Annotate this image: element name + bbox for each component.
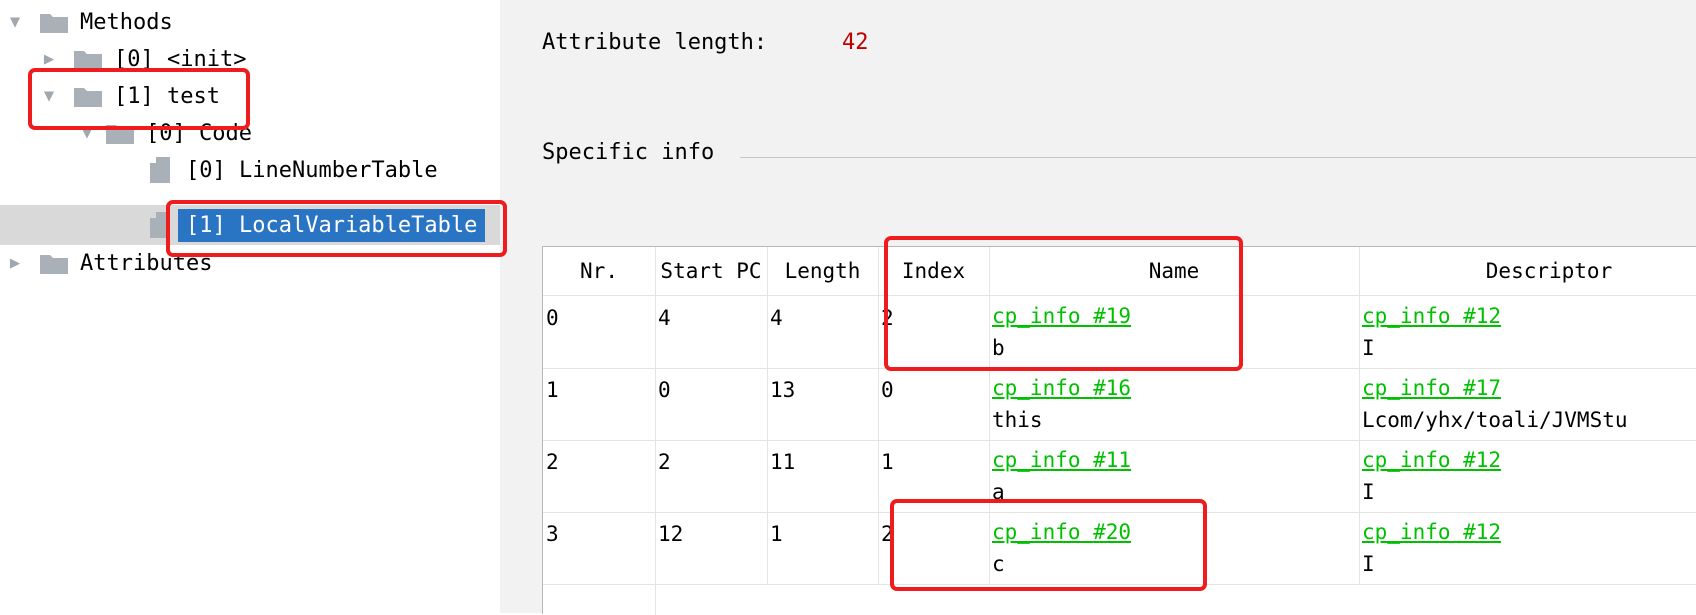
expanded-arrow-icon[interactable]: ▼ — [76, 123, 98, 143]
collapsed-arrow-icon[interactable]: ▶ — [38, 49, 60, 69]
descriptor-value: I — [1362, 552, 1375, 576]
table-row[interactable]: 1 0 13 0 cp_info #16 this cp_info #17 Lc… — [543, 368, 1696, 441]
column-header-descriptor[interactable]: Descriptor — [1359, 247, 1696, 295]
tree-node-label-selected: [1] LocalVariableTable — [178, 208, 486, 242]
tree-node-methods[interactable]: ▼ Methods — [4, 4, 175, 40]
expanded-arrow-icon[interactable]: ▼ — [38, 86, 60, 106]
tree-node-label: [1] test — [114, 83, 220, 109]
folder-icon — [74, 86, 102, 107]
cell-start-pc: 4 — [655, 296, 768, 368]
folder-icon — [40, 12, 68, 33]
name-cp-info-link[interactable]: cp_info #20 — [992, 520, 1131, 544]
folder-icon — [106, 123, 134, 144]
tree-node-local-variable-table[interactable]: [1] LocalVariableTable — [150, 206, 486, 244]
cell-descriptor: cp_info #12 I — [1359, 440, 1696, 512]
cell-length: 13 — [767, 368, 879, 440]
table-row[interactable]: 2 2 11 1 cp_info #11 a cp_info #12 I — [543, 440, 1696, 513]
class-structure-tree: ▼ Methods ▶ [0] <init> ▼ [1] test ▼ [0] … — [0, 0, 500, 613]
cell-descriptor: cp_info #12 I — [1359, 296, 1696, 368]
cell-name: cp_info #11 a — [989, 440, 1360, 512]
file-icon — [150, 157, 170, 183]
name-value: a — [992, 480, 1005, 504]
table-row[interactable]: 0 4 4 2 cp_info #19 b cp_info #12 I — [543, 296, 1696, 369]
table-row[interactable]: 3 12 1 2 cp_info #20 c cp_info #12 I — [543, 512, 1696, 585]
cell-descriptor: cp_info #17 Lcom/yhx/toali/JVMStu — [1359, 368, 1696, 440]
cell-length: 1 — [767, 512, 879, 584]
cell-index: 0 — [878, 368, 990, 440]
tree-node-attributes[interactable]: ▶ Attributes — [4, 245, 214, 281]
cell-descriptor: cp_info #12 I — [1359, 512, 1696, 584]
tree-node-label: [0] LineNumberTable — [186, 157, 438, 183]
specific-info-label: Specific info — [542, 140, 715, 165]
tree-node-label: Attributes — [80, 250, 213, 276]
cell-index: 1 — [878, 440, 990, 512]
descriptor-cp-info-link[interactable]: cp_info #17 — [1362, 376, 1501, 400]
cell-nr: 2 — [543, 440, 656, 512]
name-cp-info-link[interactable]: cp_info #19 — [992, 304, 1131, 328]
tree-node-init[interactable]: ▶ [0] <init> — [38, 41, 248, 77]
column-header-name[interactable]: Name — [989, 247, 1360, 295]
cell-length: 4 — [767, 296, 879, 368]
cell-start-pc: 0 — [655, 368, 768, 440]
name-cp-info-link[interactable]: cp_info #11 — [992, 448, 1131, 472]
table-filler — [543, 585, 656, 615]
cell-name: cp_info #19 b — [989, 296, 1360, 368]
cell-length: 11 — [767, 440, 879, 512]
tree-node-line-number-table[interactable]: [0] LineNumberTable — [150, 152, 440, 188]
column-header-length[interactable]: Length — [767, 247, 879, 295]
column-header-nr[interactable]: Nr. — [543, 247, 656, 295]
descriptor-value: I — [1362, 336, 1375, 360]
attribute-length-label: Attribute length: — [542, 30, 768, 55]
collapsed-arrow-icon[interactable]: ▶ — [4, 253, 26, 273]
name-value: this — [992, 408, 1043, 432]
descriptor-cp-info-link[interactable]: cp_info #12 — [1362, 304, 1501, 328]
cell-index: 2 — [878, 296, 990, 368]
cell-nr: 1 — [543, 368, 656, 440]
table-header: Nr. Start PC Length Index Name Descripto… — [543, 247, 1696, 296]
descriptor-cp-info-link[interactable]: cp_info #12 — [1362, 448, 1501, 472]
cell-start-pc: 12 — [655, 512, 768, 584]
cell-start-pc: 2 — [655, 440, 768, 512]
name-value: b — [992, 336, 1005, 360]
descriptor-cp-info-link[interactable]: cp_info #12 — [1362, 520, 1501, 544]
name-cp-info-link[interactable]: cp_info #16 — [992, 376, 1131, 400]
local-variable-table: Nr. Start PC Length Index Name Descripto… — [542, 246, 1696, 615]
tree-node-test[interactable]: ▼ [1] test — [38, 78, 222, 114]
descriptor-value: Lcom/yhx/toali/JVMStu — [1362, 408, 1628, 432]
file-icon — [150, 212, 170, 238]
descriptor-value: I — [1362, 480, 1375, 504]
cell-nr: 3 — [543, 512, 656, 584]
tree-node-label: [0] <init> — [114, 46, 247, 72]
attribute-length-value: 42 — [842, 30, 869, 55]
column-header-start-pc[interactable]: Start PC — [655, 247, 768, 295]
name-value: c — [992, 552, 1005, 576]
cell-name: cp_info #20 c — [989, 512, 1360, 584]
tree-node-label: Methods — [80, 9, 173, 35]
cell-name: cp_info #16 this — [989, 368, 1360, 440]
tree-node-label: [0] Code — [146, 120, 252, 146]
folder-icon — [74, 49, 102, 70]
section-divider — [740, 157, 1696, 158]
cell-index: 2 — [878, 512, 990, 584]
expanded-arrow-icon[interactable]: ▼ — [4, 12, 26, 32]
cell-nr: 0 — [543, 296, 656, 368]
folder-icon — [40, 253, 68, 274]
tree-node-code[interactable]: ▼ [0] Code — [76, 115, 254, 151]
detail-panel: Attribute length: 42 Specific info Nr. S… — [500, 0, 1696, 615]
column-header-index[interactable]: Index — [878, 247, 990, 295]
